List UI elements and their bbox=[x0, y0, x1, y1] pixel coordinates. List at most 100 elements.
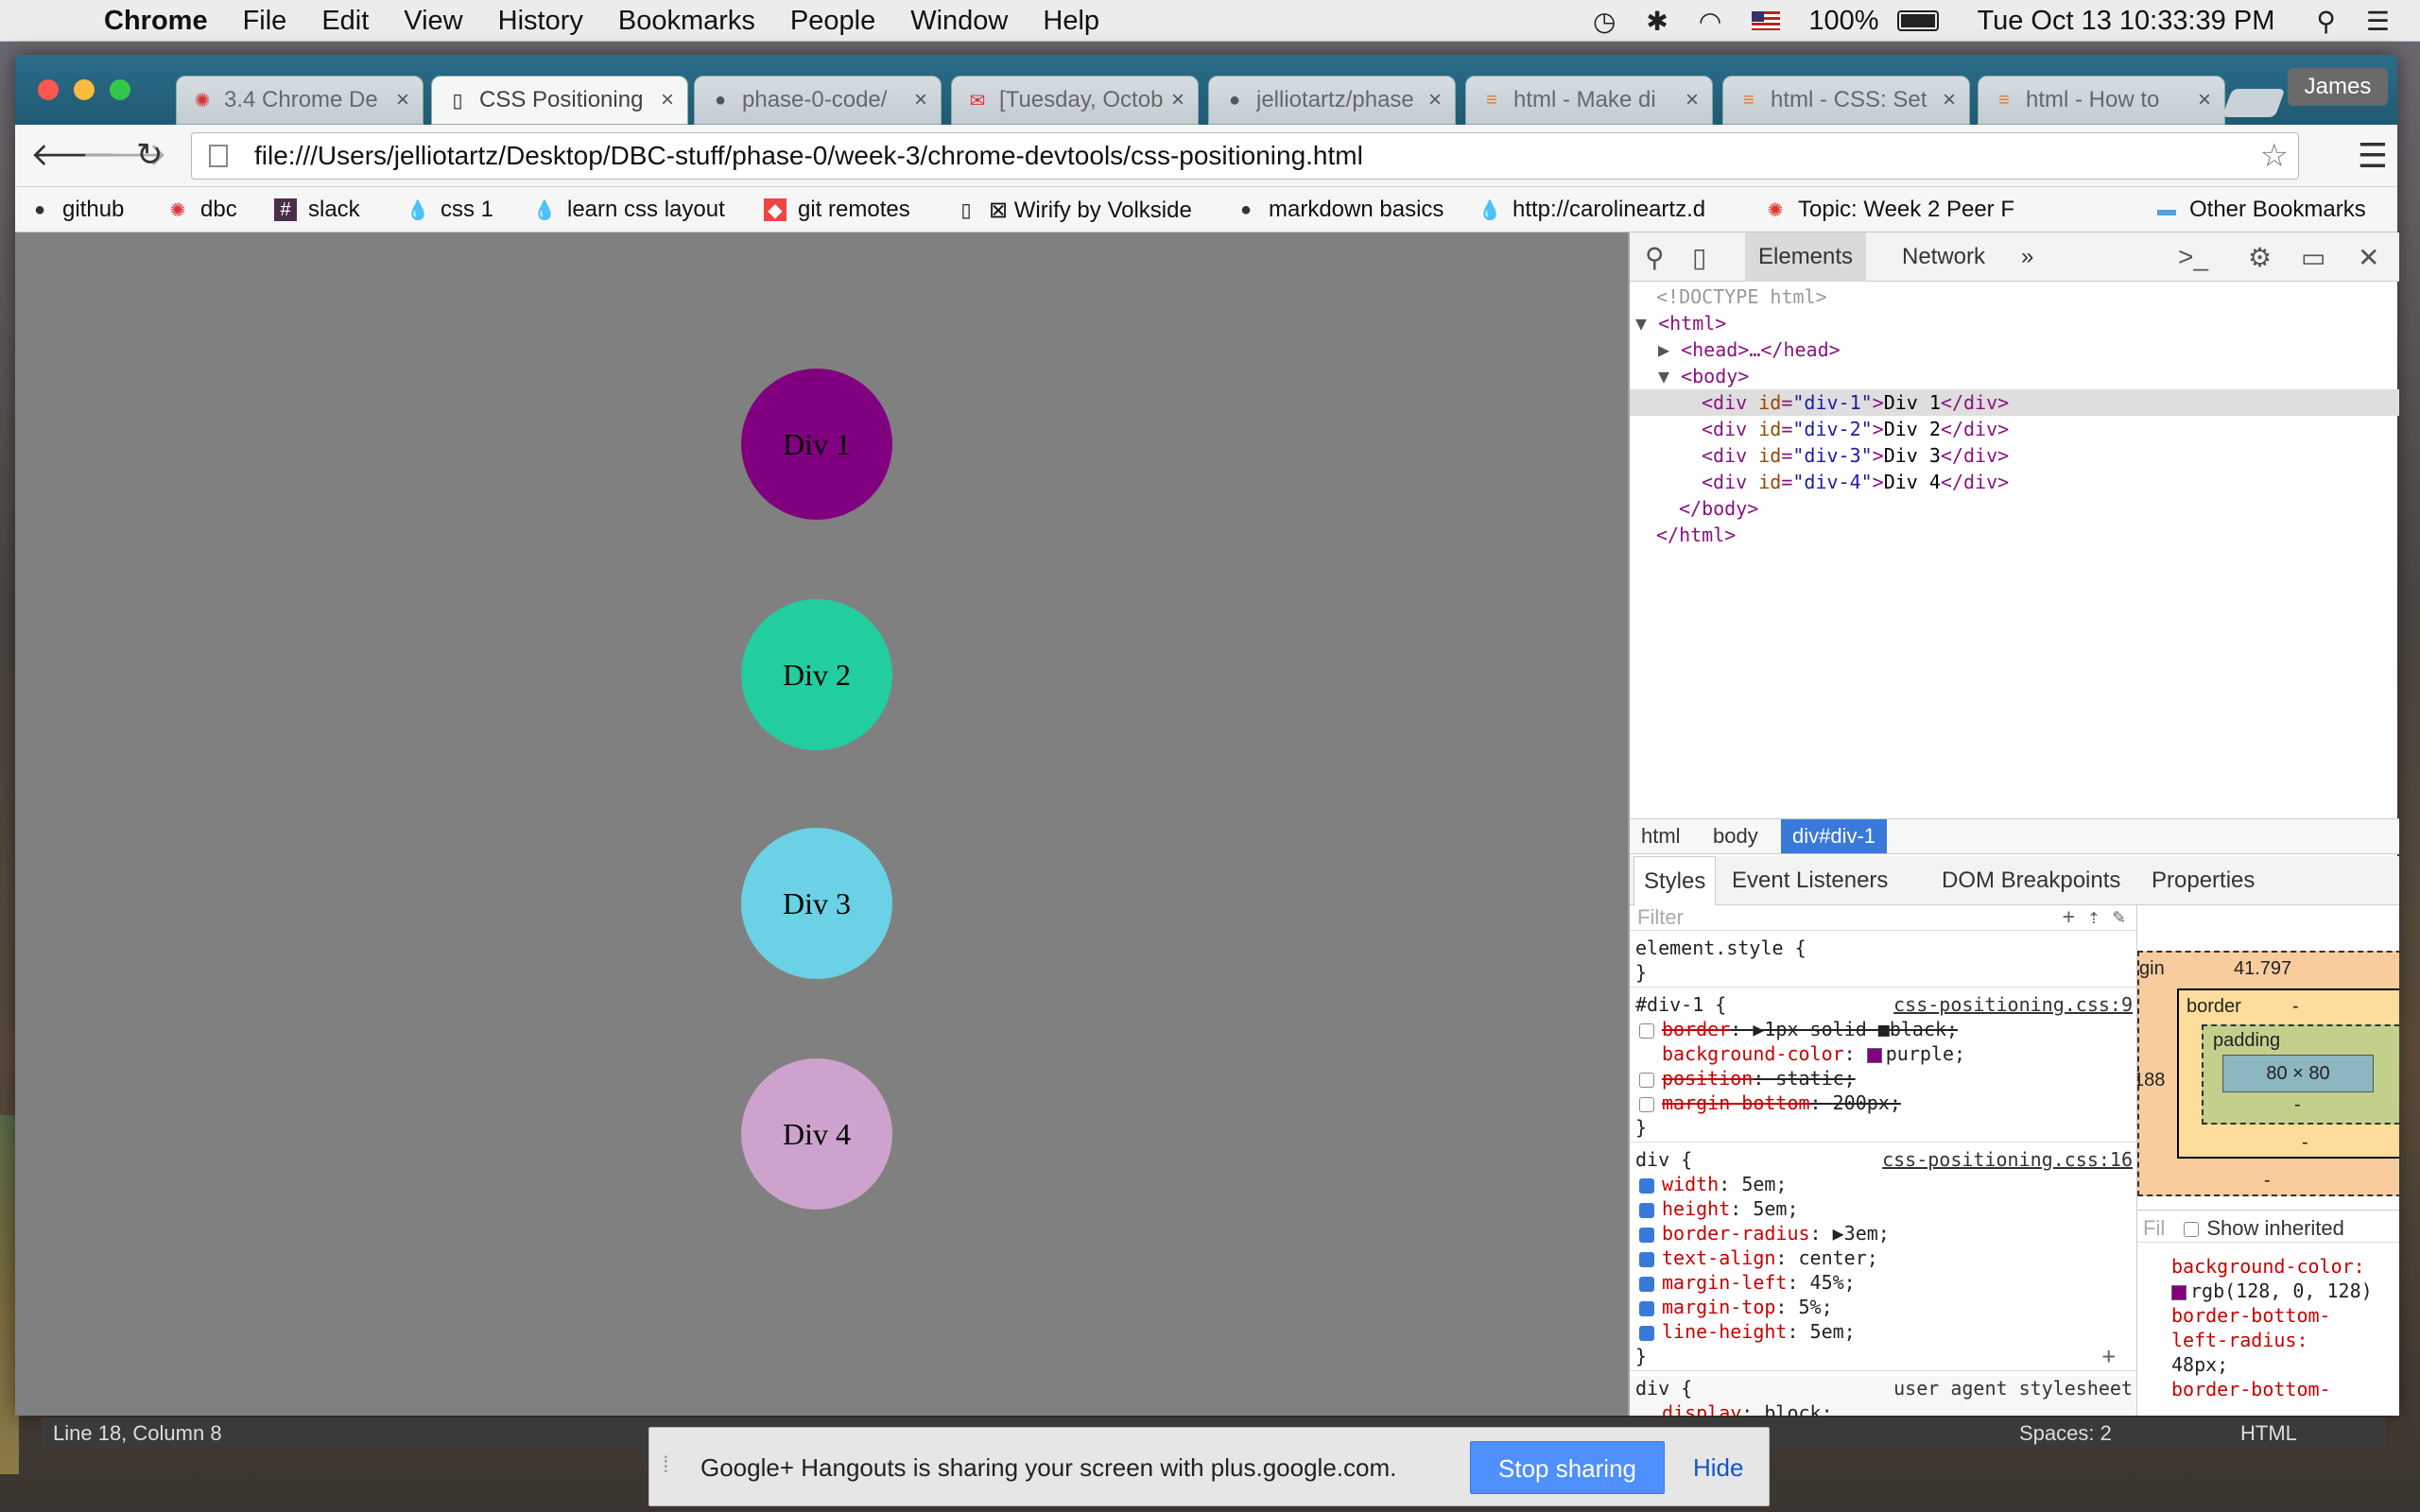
tab-stackoverflow-3[interactable]: ≡ html - How to × bbox=[1978, 76, 2225, 125]
style-prop-width[interactable]: width: 5em; bbox=[1630, 1172, 2136, 1196]
bookmark-other-bookmarks[interactable]: ▬ Other Bookmarks bbox=[2155, 187, 2366, 232]
computed-filter-input[interactable]: Fil bbox=[2143, 1216, 2165, 1240]
element-style-rule[interactable]: element.style { bbox=[1630, 936, 2136, 960]
style-prop-line-height[interactable]: line-height: 5em; bbox=[1630, 1319, 2136, 1344]
property-checkbox[interactable] bbox=[1639, 1251, 1654, 1267]
bookmark-css-1[interactable]: 💧 css 1 bbox=[406, 187, 493, 232]
tab-close-icon[interactable]: × bbox=[1685, 87, 1699, 113]
crumb-html[interactable]: html bbox=[1630, 819, 1692, 853]
tab-close-icon[interactable]: × bbox=[1428, 87, 1442, 113]
new-tab-button[interactable] bbox=[2221, 89, 2286, 117]
bookmark-slack[interactable]: # slack bbox=[274, 187, 360, 232]
battery-icon[interactable] bbox=[1897, 10, 1940, 31]
dom-node-doctype[interactable]: <!DOCTYPE html> bbox=[1630, 284, 2399, 310]
property-checkbox[interactable] bbox=[1639, 1096, 1654, 1112]
styles-filter-input[interactable]: Filter bbox=[1637, 905, 1684, 930]
property-checkbox[interactable] bbox=[1639, 1177, 1654, 1194]
syntax-setting[interactable]: HTML bbox=[2240, 1418, 2297, 1450]
property-checkbox[interactable] bbox=[1639, 1325, 1654, 1341]
tab-dom-breakpoints[interactable]: DOM Breakpoints bbox=[1932, 856, 2130, 905]
bookmark-dbc[interactable]: ✺ dbc bbox=[166, 187, 237, 232]
battery-percent[interactable]: 100% bbox=[1808, 6, 1878, 37]
property-checkbox[interactable] bbox=[1639, 1022, 1654, 1039]
color-swatch-icon[interactable] bbox=[1866, 1047, 1882, 1063]
menu-history[interactable]: History bbox=[498, 0, 583, 42]
tab-stackoverflow-2[interactable]: ≡ html - CSS: Set × bbox=[1722, 76, 1970, 125]
window-minimize-button[interactable] bbox=[74, 79, 95, 100]
dom-node-div-3[interactable]: <div id="div-3">Div 3</div> bbox=[1630, 442, 2399, 469]
crumb-body[interactable]: body bbox=[1702, 819, 1770, 853]
wifi-icon[interactable]: ◠ bbox=[1699, 6, 1721, 37]
div-4-circle[interactable]: Div 4 bbox=[741, 1058, 892, 1210]
tab-chrome-devtools-lesson[interactable]: ✺ 3.4 Chrome De × bbox=[176, 76, 424, 125]
bookmark-git-remotes[interactable]: ◆ git remotes bbox=[764, 187, 910, 232]
menu-view[interactable]: View bbox=[404, 0, 462, 42]
property-checkbox[interactable] bbox=[1639, 1202, 1654, 1218]
menu-edit[interactable]: Edit bbox=[321, 0, 369, 42]
bookmark-week2-peer[interactable]: ✺ Topic: Week 2 Peer F bbox=[1764, 187, 2014, 232]
crumb-div-1[interactable]: div#div-1 bbox=[1781, 819, 1888, 853]
add-property-icon[interactable]: + bbox=[2102, 1344, 2116, 1368]
menu-people[interactable]: People bbox=[790, 0, 875, 42]
drag-handle-icon[interactable]: ⁞ bbox=[663, 1452, 669, 1479]
tab-jelliotartz-phase[interactable]: ● jelliotartz/phase × bbox=[1208, 76, 1456, 125]
show-inherited-checkbox[interactable] bbox=[2184, 1222, 2200, 1238]
console-drawer-icon[interactable]: >_ bbox=[2178, 242, 2208, 272]
style-prop-border-radius[interactable]: border-radius: ▶3em; bbox=[1630, 1221, 2136, 1246]
window-zoom-button[interactable] bbox=[110, 79, 130, 100]
menu-bookmarks[interactable]: Bookmarks bbox=[618, 0, 755, 42]
new-style-rule-icon[interactable]: + ⇡ ✎ bbox=[2063, 905, 2125, 929]
rule-selector[interactable]: #div-1 { bbox=[1635, 993, 1726, 1016]
notification-center-icon[interactable]: ☰ bbox=[2366, 6, 2390, 37]
device-mode-icon[interactable]: ▯ bbox=[1692, 242, 1706, 273]
property-checkbox[interactable] bbox=[1639, 1072, 1654, 1088]
dom-node-div-4[interactable]: <div id="div-4">Div 4</div> bbox=[1630, 469, 2399, 495]
rule-selector[interactable]: div { bbox=[1635, 1148, 1692, 1171]
tab-phase-0-code[interactable]: ● phase-0-code/ × bbox=[694, 76, 942, 125]
rule-source-link[interactable]: css-positioning.css:9 bbox=[1893, 992, 2133, 1017]
box-model-border[interactable]: border - - padding - 80 × 80 bbox=[2177, 988, 2399, 1159]
style-prop-margin-left[interactable]: margin-left: 45%; bbox=[1630, 1270, 2136, 1295]
bookmark-carolineartz[interactable]: 💧 http://carolineartz.d bbox=[1478, 187, 1706, 232]
dom-node-div-2[interactable]: <div id="div-2">Div 2</div> bbox=[1630, 416, 2399, 442]
style-prop-position[interactable]: position: static; bbox=[1630, 1066, 2136, 1091]
div-1-circle[interactable]: Div 1 bbox=[741, 369, 892, 520]
dom-node-html-close[interactable]: </html> bbox=[1630, 522, 2399, 548]
tab-css-positioning[interactable]: ▯ CSS Positioning × bbox=[431, 76, 688, 125]
tab-close-icon[interactable]: × bbox=[1943, 87, 1956, 113]
menu-bar-clock[interactable]: Tue Oct 13 10:33:39 PM bbox=[1977, 6, 2274, 37]
chrome-menu-icon[interactable]: ☰ bbox=[2358, 136, 2388, 176]
menu-app-chrome[interactable]: Chrome bbox=[104, 0, 208, 42]
close-devtools-icon[interactable]: ✕ bbox=[2358, 242, 2379, 273]
box-model-margin[interactable]: gin 41.797 188 - border - - padding - 80… bbox=[2137, 951, 2399, 1196]
window-close-button[interactable] bbox=[38, 79, 59, 100]
tab-close-icon[interactable]: × bbox=[2198, 87, 2211, 113]
bookmark-learn-css-layout[interactable]: 💧 learn css layout bbox=[533, 187, 725, 232]
bookmark-wirify[interactable]: ▯ ⊠ Wirify by Volkside bbox=[955, 187, 1191, 232]
tab-styles[interactable]: Styles bbox=[1634, 856, 1717, 905]
tab-elements[interactable]: Elements bbox=[1745, 232, 1867, 282]
tab-properties[interactable]: Properties bbox=[2142, 856, 2264, 905]
inspect-search-icon[interactable]: ⚲ bbox=[1645, 242, 1665, 273]
rule-source-link[interactable]: css-positioning.css:16 bbox=[1882, 1147, 2133, 1172]
tab-close-icon[interactable]: × bbox=[1171, 87, 1184, 113]
tab-network[interactable]: Network bbox=[1889, 232, 1998, 282]
menu-window[interactable]: Window bbox=[910, 0, 1008, 42]
dom-node-html[interactable]: ▼ <html> bbox=[1630, 310, 2399, 336]
dom-node-div-1[interactable]: <div id="div-1">Div 1</div> bbox=[1630, 389, 2399, 416]
stop-sharing-button[interactable]: Stop sharing bbox=[1470, 1441, 1665, 1494]
property-checkbox[interactable] bbox=[1639, 1300, 1654, 1316]
profile-button[interactable]: James bbox=[2288, 68, 2388, 106]
property-checkbox[interactable] bbox=[1639, 1227, 1654, 1243]
box-model-content[interactable]: 80 × 80 bbox=[2222, 1055, 2374, 1092]
dom-node-head[interactable]: ▶ <head>…</head> bbox=[1630, 336, 2399, 363]
tab-close-icon[interactable]: × bbox=[396, 87, 409, 113]
bookmark-github[interactable]: ● github bbox=[28, 187, 124, 232]
expand-triangle-icon[interactable]: ▼ bbox=[1635, 312, 1658, 335]
dom-node-body-close[interactable]: </body> bbox=[1630, 495, 2399, 522]
dom-node-body[interactable]: ▼ <body> bbox=[1630, 363, 2399, 389]
bookmark-markdown-basics[interactable]: ● markdown basics bbox=[1235, 187, 1443, 232]
div-2-circle[interactable]: Div 2 bbox=[741, 599, 892, 750]
div-3-circle[interactable]: Div 3 bbox=[741, 828, 892, 979]
menu-help[interactable]: Help bbox=[1043, 0, 1099, 42]
